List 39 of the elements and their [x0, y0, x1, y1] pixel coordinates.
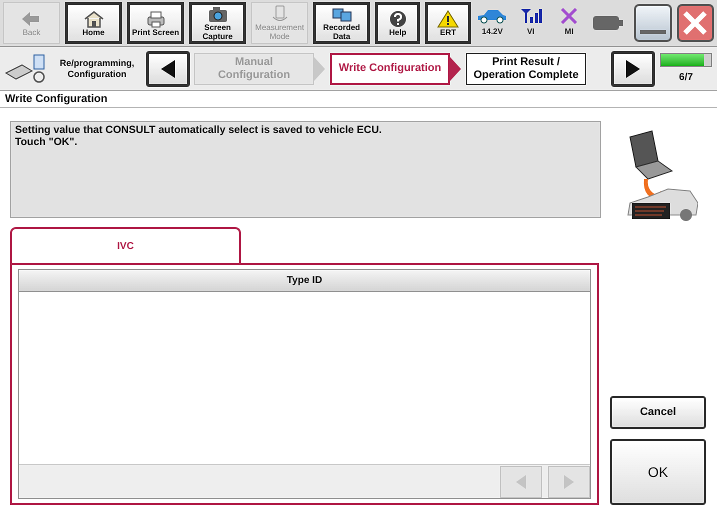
status-label: VI [526, 26, 535, 38]
toolbar-button[interactable]: ERT [425, 2, 471, 44]
cross-icon [560, 8, 578, 24]
triangle-right-icon [562, 474, 576, 490]
battery-icon [592, 16, 622, 30]
step-indicator: Manual Configuration [194, 52, 314, 84]
toolbar-button[interactable]: Help [375, 2, 420, 44]
message-text: Touch "OK". [15, 136, 78, 148]
toolbar-button[interactable]: Print Screen [127, 2, 184, 44]
car-icon [476, 8, 508, 24]
step-indicator: Write Configuration [330, 52, 450, 84]
triangle-left-icon [159, 58, 177, 78]
triangle-right-icon [624, 58, 642, 78]
signal-icon [520, 8, 542, 24]
page-title: Write Configuration [5, 92, 108, 107]
progress-reading: 6/7 [679, 70, 693, 84]
message-text: Setting value that CONSULT automatically select is saved to vehicle ECU. [15, 124, 383, 136]
house-icon [82, 10, 104, 28]
toolbar-button[interactable]: Home [64, 2, 122, 44]
toolbar-button[interactable]: Screen Capture [189, 2, 246, 44]
status-label: MI [564, 26, 574, 38]
status-label: 14.2V [482, 26, 503, 38]
next-button[interactable] [611, 50, 655, 86]
camera-icon [206, 5, 229, 23]
cancel-button[interactable]: Cancel [610, 396, 706, 429]
step-indicator: Print Result / Operation Complete [466, 52, 586, 84]
ok-button[interactable]: OK [610, 439, 706, 505]
minimize-icon [640, 30, 666, 34]
printer-icon [144, 10, 167, 28]
triangle-left-icon [514, 474, 528, 490]
toolbar-button[interactable]: Recorded Data [313, 2, 370, 44]
mode-label: Re/programming, Configuration [58, 58, 136, 80]
minimize-button[interactable] [634, 4, 672, 42]
warning-icon [437, 10, 460, 28]
column-header: Type ID [19, 270, 590, 292]
previous-button[interactable] [146, 50, 190, 86]
tab[interactable]: IVC [10, 227, 241, 263]
close-button[interactable] [676, 4, 714, 42]
close-icon [682, 10, 708, 36]
